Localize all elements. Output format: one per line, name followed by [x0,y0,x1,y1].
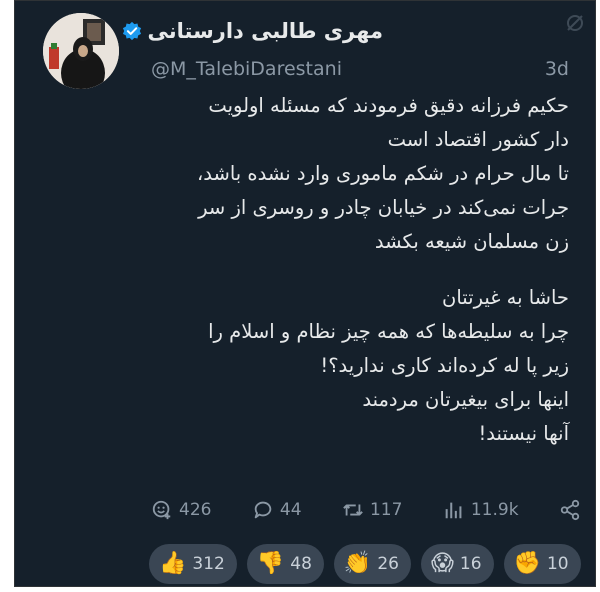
comment-action[interactable]: 44 [252,499,302,521]
share-action[interactable] [559,499,581,521]
tweet-line: جرات نمی‌کند در خیابان چادر و روسری از س… [198,196,569,219]
reply-action[interactable]: 426 [151,499,211,521]
thumbs-down-icon: 👎 [256,551,285,576]
tweet-text: حکیم فرزانه دقیق فرمودند که مسئله اولویت… [69,89,569,451]
tweet-line: حاشا به غیرتتان [442,286,569,309]
reply-count: 426 [179,500,212,520]
tweet-line: اینها برای بیغیرتان مردمند [362,388,569,411]
tweet-line: چرا به سلیطه‌ها که همه چیز نظام و اسلام … [208,320,569,343]
grok-icon[interactable] [565,13,585,33]
reaction-count: 48 [290,554,312,574]
user-handle[interactable]: @M_TalebiDarestani [151,58,342,80]
views-count: 11.9k [470,500,519,520]
tweet-line: زن مسلمان شیعه بکشد [374,230,569,253]
retweet-icon [343,504,363,516]
tweet-card: مهری طالبی دارستانی @M_TalebiDarestani 3… [14,0,596,587]
tweet-line: آنها نیستند! [478,422,569,445]
comment-icon [254,501,272,519]
thumbs-up-icon: 👍 [159,551,187,576]
tweet-line: تا مال حرام در شکم ماموری وارد نشده باشد… [196,162,569,185]
avatar[interactable] [43,13,119,89]
reaction-thumbs-up[interactable]: 👍 312 [149,544,237,584]
fist-icon: ✊ [513,551,541,576]
tweet-line: دار کشور اقتصاد است [387,128,569,151]
retweet-action[interactable]: 117 [342,499,402,521]
views-icon [445,502,462,519]
user-name-row[interactable]: مهری طالبی دارستانی [122,19,383,43]
user-name[interactable]: مهری طالبی دارستانی [148,19,383,43]
reaction-count: 312 [192,554,225,574]
post-time[interactable]: 3d [545,58,569,80]
reply-icon [152,500,171,520]
reaction-count: 10 [546,554,569,574]
reaction-thumbs-down[interactable]: 👎 48 [246,544,324,584]
views-action[interactable]: 11.9k [443,499,519,521]
verified-badge-icon [122,21,141,41]
comment-count: 44 [279,500,302,520]
retweet-count: 117 [369,500,403,520]
reaction-scream[interactable]: 😱 16 [420,544,494,584]
tweet-line: حکیم فرزانه دقیق فرمودند که مسئله اولویت [208,94,569,117]
action-bar: 426 44 117 11.9k [151,493,581,527]
reaction-count: 26 [377,554,399,574]
reaction-fist[interactable]: ✊ 10 [503,544,581,584]
share-icon [560,499,580,521]
reaction-clapping[interactable]: 👏 26 [333,544,411,584]
reaction-count: 16 [459,554,482,574]
reactions-bar: 👍 312 👎 48 👏 26 😱 16 ✊ 10 [149,544,581,586]
clapping-icon: 👏 [343,551,372,576]
tweet-line: زیر پا له کرده‌اند کاری ندارید؟! [320,354,569,377]
scream-icon: 😱 [430,551,454,576]
